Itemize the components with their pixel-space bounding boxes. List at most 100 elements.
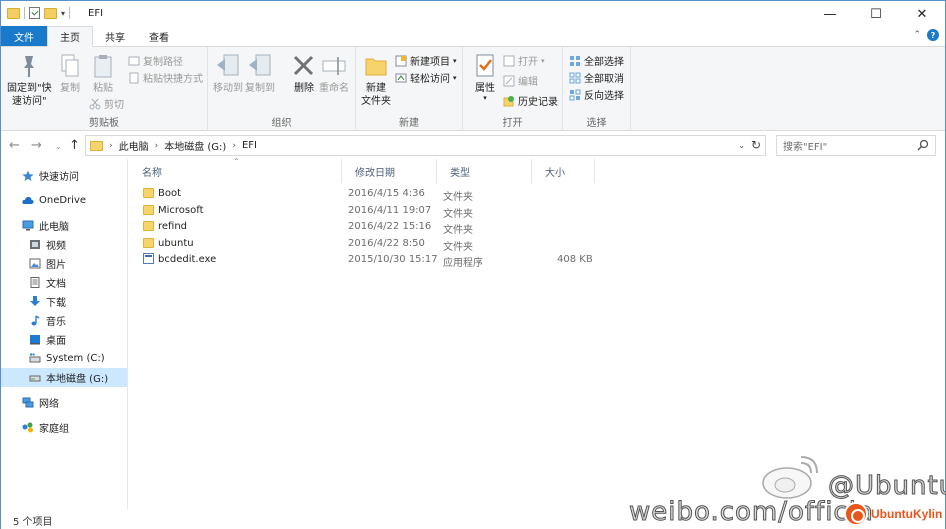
file-size: 408 KB: [557, 254, 593, 265]
search-box[interactable]: 搜索"EFI": [776, 135, 936, 156]
delete-button[interactable]: 删除: [290, 52, 318, 95]
properties-dropdown-icon: ▾: [483, 94, 487, 102]
new-folder-icon: [362, 52, 390, 80]
nav-item-homegroup[interactable]: 家庭组: [1, 418, 127, 437]
nav-item-onedrive[interactable]: OneDrive: [1, 191, 127, 210]
minimize-button[interactable]: —: [807, 1, 853, 27]
pin-to-quick-access-button[interactable]: 固定到"快 速访问": [7, 52, 52, 108]
edit-button[interactable]: 编辑: [503, 73, 538, 88]
edit-label: 编辑: [518, 77, 538, 88]
nav-item-pictures[interactable]: 图片: [1, 254, 127, 273]
nav-item-quick-access[interactable]: 快速访问: [1, 166, 127, 185]
address-dropdown-icon[interactable]: ⌄: [738, 141, 745, 150]
clipboard-group-label: 剪贴板: [89, 118, 119, 129]
video-icon: [29, 239, 41, 250]
copy-to-button[interactable]: 复制到: [245, 52, 275, 95]
file-row[interactable]: ubuntu 2016/4/22 8:50 文件夹: [137, 236, 597, 253]
new-item-button[interactable]: 新建项目 ▾: [395, 53, 457, 68]
column-header-type[interactable]: 类型: [437, 159, 532, 183]
file-row[interactable]: Boot 2016/4/15 4:36 文件夹: [137, 186, 597, 203]
new-folder-icon[interactable]: [44, 7, 57, 19]
paste-button[interactable]: 粘贴: [89, 52, 117, 95]
address-bar[interactable]: › 此电脑 › 本地磁盘 (G:) › EFI ⌄ ↻: [85, 135, 766, 156]
move-to-button[interactable]: 移动到: [213, 52, 243, 95]
move-to-label: 移动到: [213, 83, 243, 94]
homegroup-icon: [22, 422, 34, 433]
column-header-name[interactable]: 名称: [129, 159, 342, 183]
file-name: ubuntu: [158, 238, 194, 249]
easy-access-dropdown-icon: ▾: [453, 73, 457, 82]
search-icon[interactable]: [917, 139, 929, 154]
nav-item-videos[interactable]: 视频: [1, 235, 127, 254]
nav-item-desktop[interactable]: 桌面: [1, 330, 127, 349]
nav-item-documents[interactable]: 文档: [1, 273, 127, 292]
quick-access-toolbar: ▾: [7, 7, 71, 19]
window-controls: — ☐ ✕: [807, 1, 945, 27]
nav-label: 桌面: [46, 336, 66, 347]
ubuntukylin-logo-icon: [844, 502, 868, 526]
paste-shortcut-button[interactable]: 粘贴快捷方式: [128, 70, 203, 85]
nav-label: 音乐: [46, 317, 66, 328]
easy-access-button[interactable]: 轻松访问 ▾: [395, 70, 457, 85]
open-button[interactable]: 打开 ▾: [503, 53, 545, 68]
breadcrumb-chevron-icon[interactable]: ›: [232, 141, 236, 151]
navigation-pane: 快速访问 OneDrive 此电脑 视频 图片 文档 下载 音乐 桌面 Syst…: [1, 159, 128, 509]
tab-file[interactable]: 文件: [1, 26, 47, 46]
customize-toolbar-chevron-icon[interactable]: ▾: [61, 9, 65, 18]
new-folder-button[interactable]: 新建 文件夹: [361, 52, 391, 108]
tab-home[interactable]: 主页: [47, 26, 93, 47]
history-button[interactable]: 历史记录: [503, 93, 558, 108]
collapse-ribbon-chevron-icon[interactable]: ⌃: [913, 30, 921, 40]
invert-selection-button[interactable]: 反向选择: [569, 87, 624, 102]
cut-button[interactable]: 剪切: [89, 96, 124, 111]
executable-icon: [143, 253, 154, 264]
copy-button[interactable]: 复制: [56, 52, 84, 95]
select-all-icon: [569, 55, 581, 67]
breadcrumb-local-disk-g[interactable]: 本地磁盘 (G:): [164, 138, 226, 153]
close-button[interactable]: ✕: [899, 1, 945, 27]
file-type: 文件夹: [443, 209, 473, 220]
network-icon: [22, 397, 34, 408]
recent-locations-chevron-icon[interactable]: ⌄: [55, 142, 62, 151]
nav-item-this-pc[interactable]: 此电脑: [1, 216, 127, 235]
properties-button[interactable]: 属性 ▾: [471, 52, 499, 102]
folder-icon: [143, 221, 154, 231]
tab-share[interactable]: 共享: [93, 26, 137, 46]
copy-to-label: 复制到: [245, 83, 275, 94]
select-group-label: 选择: [586, 118, 607, 129]
refresh-icon[interactable]: ↻: [751, 138, 761, 152]
rename-button[interactable]: 重命名: [319, 52, 349, 95]
select-none-button[interactable]: 全部取消: [569, 70, 624, 85]
forward-arrow-icon[interactable]: →: [31, 138, 42, 153]
breadcrumb-chevron-icon[interactable]: ›: [109, 141, 113, 151]
nav-item-downloads[interactable]: 下载: [1, 292, 127, 311]
nav-label: 本地磁盘 (G:): [46, 374, 109, 385]
select-all-button[interactable]: 全部选择: [569, 53, 624, 68]
breadcrumb-chevron-icon[interactable]: ›: [155, 141, 159, 151]
up-arrow-icon[interactable]: ↑: [69, 138, 80, 153]
maximize-button[interactable]: ☐: [853, 1, 899, 27]
folder-icon: [7, 7, 20, 19]
breadcrumb-this-pc[interactable]: 此电脑: [119, 138, 149, 153]
nav-item-local-disk-g[interactable]: 本地磁盘 (G:): [1, 368, 127, 387]
open-dropdown-icon: ▾: [541, 56, 545, 65]
file-row[interactable]: refind 2016/4/22 15:16 文件夹: [137, 219, 597, 236]
nav-item-music[interactable]: 音乐: [1, 311, 127, 330]
explorer-window: ▾ EFI — ☐ ✕ 文件 主页 共享 查看 ⌃ ? 固定到"快 速访问" 复…: [0, 0, 946, 529]
ribbon: 固定到"快 速访问" 复制 粘贴 复制路径 粘贴快捷方式 剪切 剪贴板 移动到 …: [1, 47, 945, 131]
file-row[interactable]: bcdedit.exe 2015/10/30 15:17 应用程序 408 KB: [137, 252, 597, 269]
nav-item-system-c[interactable]: System (C:): [1, 349, 127, 368]
help-icon[interactable]: ?: [927, 29, 939, 41]
breadcrumb-efi[interactable]: EFI: [242, 140, 257, 151]
nav-item-network[interactable]: 网络: [1, 393, 127, 412]
properties-icon[interactable]: [29, 7, 40, 19]
file-row[interactable]: Microsoft 2016/4/11 19:07 文件夹: [137, 203, 597, 220]
copy-path-button[interactable]: 复制路径: [128, 53, 183, 68]
select-group: 全部选择 全部取消 反向选择 选择: [563, 47, 631, 131]
new-folder-label-1: 新建: [366, 83, 386, 94]
back-arrow-icon[interactable]: ←: [9, 138, 20, 153]
column-header-date[interactable]: 修改日期: [342, 159, 437, 183]
file-name: refind: [158, 221, 188, 232]
tab-view[interactable]: 查看: [137, 26, 181, 46]
column-header-size[interactable]: 大小: [532, 159, 595, 183]
